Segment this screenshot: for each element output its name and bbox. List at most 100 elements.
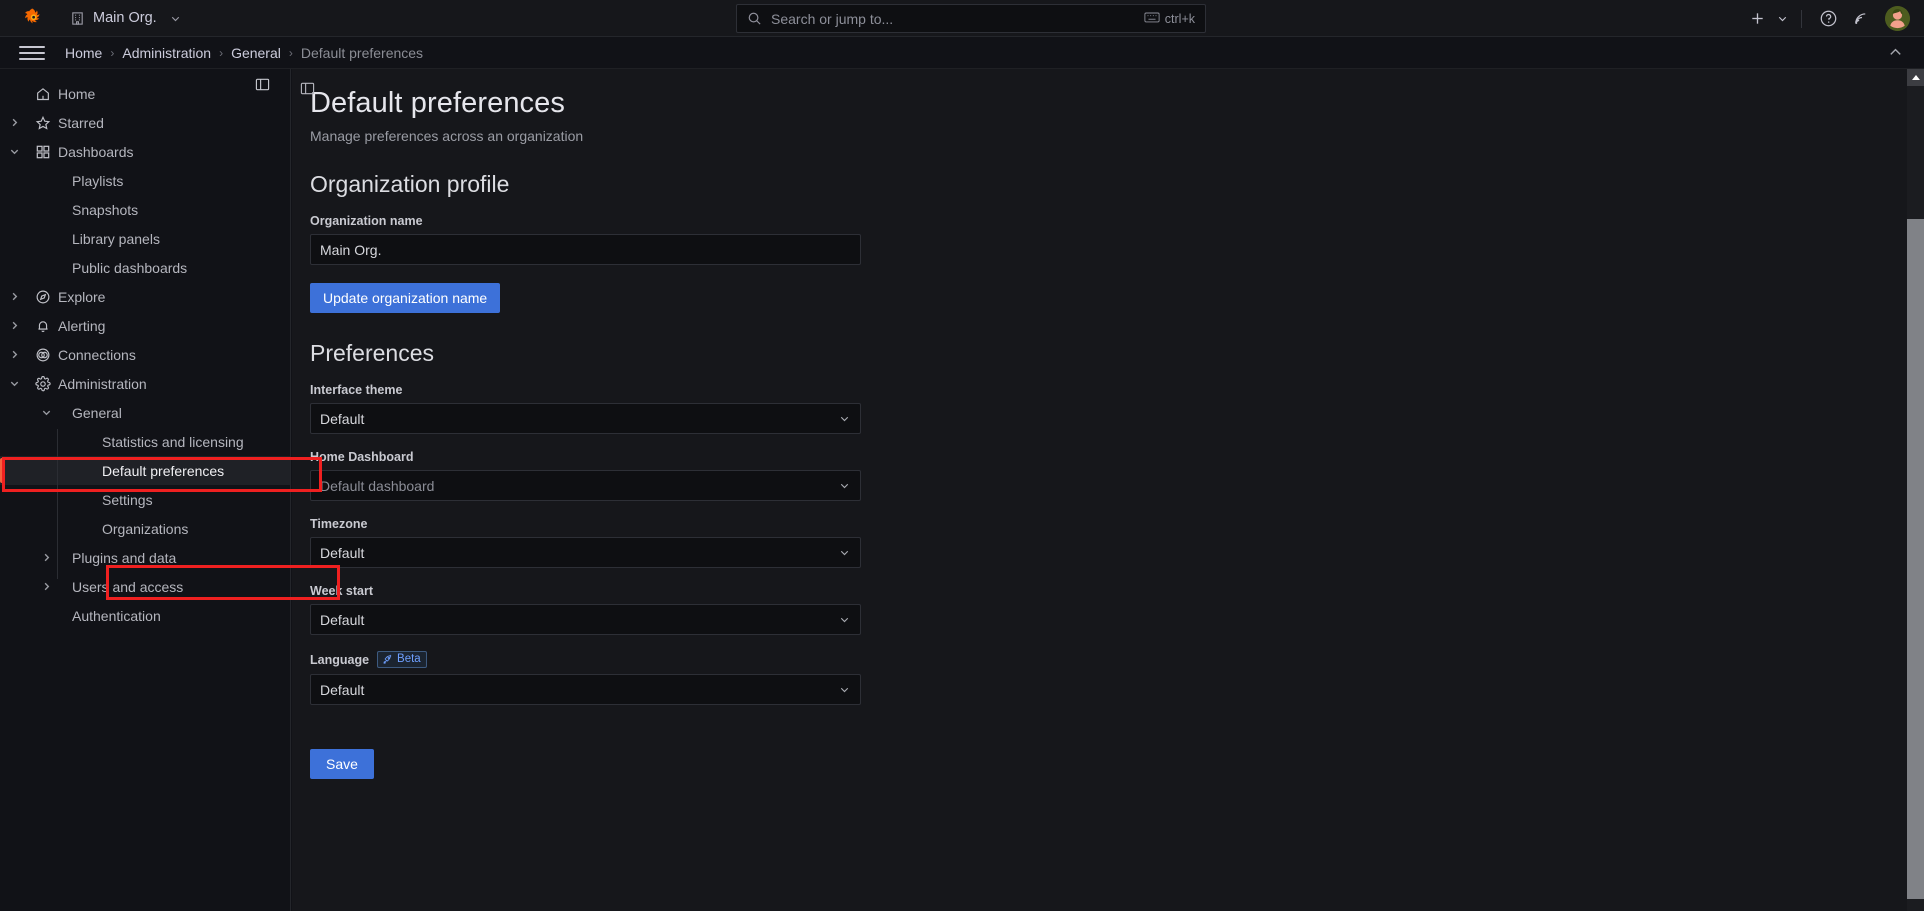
scrollbar-thumb[interactable] bbox=[1907, 219, 1924, 899]
add-new-button[interactable] bbox=[1742, 5, 1772, 33]
field-label-text: Home Dashboard bbox=[310, 450, 414, 464]
main-content: Default preferences Manage preferences a… bbox=[292, 69, 1907, 911]
scrollbar-track[interactable] bbox=[1907, 86, 1924, 911]
sidebar-item-label: Default preferences bbox=[102, 462, 225, 479]
scroll-up-arrow-icon[interactable] bbox=[1907, 69, 1924, 86]
grafana-logo-icon[interactable] bbox=[22, 6, 46, 30]
sidebar-item-library-panels[interactable]: Library panels bbox=[0, 224, 290, 253]
sidebar-item-snapshots[interactable]: Snapshots bbox=[0, 195, 290, 224]
chevron-right-icon[interactable] bbox=[0, 291, 28, 302]
content-dock-panel-icon[interactable] bbox=[300, 81, 315, 101]
sidebar-item-users-and-access[interactable]: Users and access bbox=[0, 572, 290, 601]
sidebar-item-label: Statistics and licensing bbox=[102, 433, 244, 450]
org-name-label: Main Org. bbox=[93, 10, 157, 26]
sidebar-item-public-dashboards[interactable]: Public dashboards bbox=[0, 253, 290, 282]
timezone-field: Timezone Default bbox=[310, 517, 1907, 568]
field-label-text: Week start bbox=[310, 584, 373, 598]
update-organization-name-button[interactable]: Update organization name bbox=[310, 283, 501, 313]
sidebar-item-playlists[interactable]: Playlists bbox=[0, 166, 290, 195]
collapse-chevron-up-icon[interactable] bbox=[1887, 44, 1904, 61]
sidebar-item-authentication[interactable]: Authentication bbox=[0, 601, 290, 630]
save-button[interactable]: Save bbox=[310, 749, 374, 779]
sidebar-item-settings[interactable]: Settings bbox=[0, 485, 290, 514]
help-circle-icon[interactable] bbox=[1813, 5, 1843, 33]
sidebar-item-statistics-and-licensing[interactable]: Statistics and licensing bbox=[0, 427, 290, 456]
sidebar-item-label: Library panels bbox=[72, 230, 160, 247]
sidebar-item-label: Connections bbox=[58, 346, 136, 363]
sidebar-item-label: Authentication bbox=[72, 607, 161, 624]
sidebar-item-organizations[interactable]: Organizations bbox=[0, 514, 290, 543]
breadcrumb: Home › Administration › General › Defaul… bbox=[65, 45, 423, 61]
breadcrumb-bar: Home › Administration › General › Defaul… bbox=[0, 37, 1924, 69]
vertical-scrollbar[interactable] bbox=[1907, 69, 1924, 911]
interface-theme-field: Interface theme Default bbox=[310, 383, 1907, 434]
global-search[interactable]: Search or jump to... ctrl+k bbox=[736, 4, 1206, 33]
field-label-text: Language bbox=[310, 652, 370, 667]
sidebar-item-administration[interactable]: Administration bbox=[0, 369, 290, 398]
chevron-down-icon[interactable] bbox=[0, 378, 28, 389]
chevron-down-icon[interactable] bbox=[0, 146, 28, 157]
preferences-heading: Preferences bbox=[310, 340, 435, 366]
sidebar-item-home[interactable]: Home bbox=[0, 79, 290, 108]
chevron-right-icon[interactable] bbox=[0, 117, 28, 128]
sidebar-item-connections[interactable]: Connections bbox=[0, 340, 290, 369]
language-select[interactable]: Default bbox=[310, 674, 861, 705]
preferences-fields: Interface theme Default Home Dashboard Defa… bbox=[310, 383, 1907, 705]
sidebar-item-label: Organizations bbox=[102, 520, 189, 537]
sidebar-item-general[interactable]: General bbox=[0, 398, 290, 427]
chevron-right-icon[interactable] bbox=[0, 349, 28, 360]
compass-icon bbox=[28, 289, 58, 305]
sidebar-item-alerting[interactable]: Alerting bbox=[0, 311, 290, 340]
breadcrumb-item-administration[interactable]: Administration bbox=[122, 45, 211, 61]
week-start-label: Week start bbox=[310, 584, 1907, 598]
sidebar-item-explore[interactable]: Explore bbox=[0, 282, 290, 311]
chevron-down-icon bbox=[838, 683, 851, 696]
org-switcher[interactable]: Main Org. bbox=[64, 7, 188, 29]
chevron-right-icon[interactable] bbox=[32, 552, 60, 563]
home-dashboard-select[interactable]: Default dashboard bbox=[310, 470, 861, 501]
breadcrumb-item-general[interactable]: General bbox=[231, 45, 281, 61]
chevron-down-icon bbox=[838, 412, 851, 425]
sidebar-item-starred[interactable]: Starred bbox=[0, 108, 290, 137]
timezone-selected-value: Default bbox=[320, 544, 365, 561]
interface-theme-select[interactable]: Default bbox=[310, 403, 861, 434]
language-selected-value: Default bbox=[320, 681, 365, 698]
building-icon bbox=[70, 11, 85, 26]
page-subtitle: Manage preferences across an organizatio… bbox=[310, 128, 584, 144]
user-avatar[interactable] bbox=[1885, 6, 1910, 31]
beta-badge-label: Beta bbox=[397, 653, 421, 665]
chevron-down-icon bbox=[838, 546, 851, 559]
breadcrumb-separator-icon: › bbox=[288, 45, 293, 60]
sidebar-item-label: Plugins and data bbox=[72, 549, 177, 566]
timezone-select[interactable]: Default bbox=[310, 537, 861, 568]
news-rss-icon[interactable] bbox=[1845, 5, 1875, 33]
organization-name-input[interactable]: Main Org. bbox=[310, 234, 861, 265]
sidebar-item-plugins-and-data[interactable]: Plugins and data bbox=[0, 543, 290, 572]
sidebar-item-label: Users and access bbox=[72, 578, 184, 595]
sidebar-item-default-preferences[interactable]: Default preferences bbox=[0, 456, 290, 485]
add-new-chevron-down-icon[interactable] bbox=[1774, 5, 1790, 33]
top-navigation-bar: Main Org. Search or jump to... ctrl+k bbox=[0, 0, 1924, 37]
sidebar-item-dashboards[interactable]: Dashboards bbox=[0, 137, 290, 166]
search-shortcut-label: ctrl+k bbox=[1164, 11, 1195, 26]
primary-sidebar: Home Starred Dashboards Playlists Snapshots L… bbox=[0, 69, 291, 911]
chevron-right-icon[interactable] bbox=[32, 581, 60, 592]
breadcrumb-item-home[interactable]: Home bbox=[65, 45, 102, 61]
search-input[interactable]: Search or jump to... ctrl+k bbox=[736, 4, 1206, 33]
interface-theme-selected-value: Default bbox=[320, 410, 365, 427]
week-start-select[interactable]: Default bbox=[310, 604, 861, 635]
sidebar-dock-panel-icon[interactable] bbox=[255, 77, 270, 97]
language-label: Language Beta bbox=[310, 651, 1907, 668]
timezone-label: Timezone bbox=[310, 517, 1907, 531]
chevron-right-icon[interactable] bbox=[0, 320, 28, 331]
hamburger-menu-icon[interactable] bbox=[19, 40, 45, 66]
chevron-down-icon[interactable] bbox=[32, 407, 60, 418]
organization-profile-heading: Organization profile bbox=[310, 171, 510, 197]
sidebar-item-label: Home bbox=[58, 85, 96, 102]
topbar-divider bbox=[1801, 9, 1802, 28]
breadcrumb-separator-icon: › bbox=[219, 45, 224, 60]
organization-name-field: Organization name Main Org. bbox=[310, 214, 1907, 265]
week-start-selected-value: Default bbox=[320, 611, 365, 628]
home-dashboard-label: Home Dashboard bbox=[310, 450, 1907, 464]
keyboard-icon bbox=[1144, 11, 1160, 26]
